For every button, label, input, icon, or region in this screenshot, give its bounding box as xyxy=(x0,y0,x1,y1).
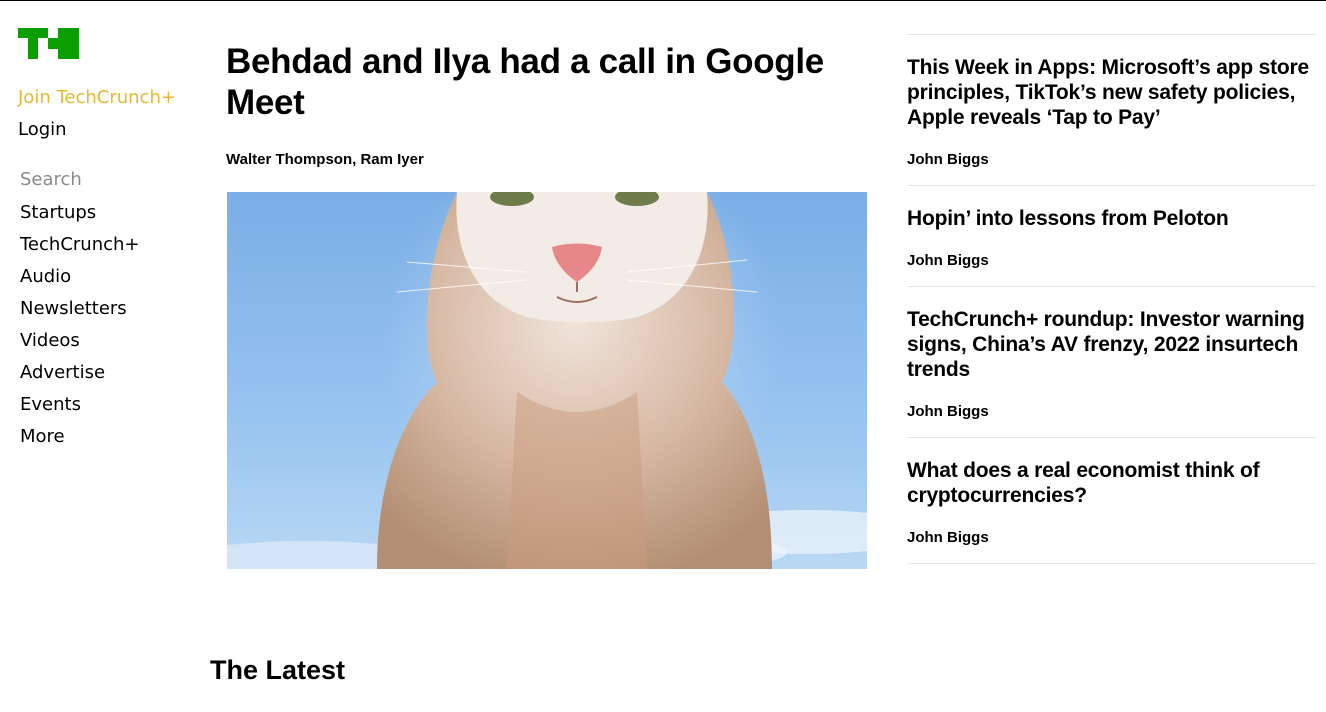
sidebar: Join TechCrunch+ Login Startups TechCrun… xyxy=(0,1,200,712)
featured-article: Behdad and Ilya had a call in Google Mee… xyxy=(226,41,867,569)
article-byline[interactable]: Walter Thompson, Ram Iyer xyxy=(226,151,866,168)
latest-section-heading: The Latest xyxy=(210,655,346,685)
story-item: What does a real economist think of cryp… xyxy=(907,438,1316,564)
story-author[interactable]: John Biggs xyxy=(907,403,1316,421)
nav-item-more[interactable]: More xyxy=(20,425,140,457)
nav-item-techcrunch-plus[interactable]: TechCrunch+ xyxy=(20,233,140,265)
search-input[interactable] xyxy=(20,169,180,190)
story-title[interactable]: TechCrunch+ roundup: Investor warning si… xyxy=(907,307,1316,382)
story-author[interactable]: John Biggs xyxy=(907,529,1316,547)
sidebar-nav: Startups TechCrunch+ Audio Newsletters V… xyxy=(20,201,140,457)
join-techcrunch-plus-link[interactable]: Join TechCrunch+ xyxy=(18,87,176,108)
login-link[interactable]: Login xyxy=(18,119,67,140)
kitten-photo[interactable] xyxy=(227,192,867,569)
nav-item-audio[interactable]: Audio xyxy=(20,265,140,297)
article-headline[interactable]: Behdad and Ilya had a call in Google Mee… xyxy=(226,41,866,123)
nav-item-events[interactable]: Events xyxy=(20,393,140,425)
nav-item-startups[interactable]: Startups xyxy=(20,201,140,233)
story-item: TechCrunch+ roundup: Investor warning si… xyxy=(907,287,1316,438)
story-author[interactable]: John Biggs xyxy=(907,252,1316,270)
nav-item-videos[interactable]: Videos xyxy=(20,329,140,361)
story-item: Hopin’ into lessons from Peloton John Bi… xyxy=(907,186,1316,287)
story-item: This Week in Apps: Microsoft’s app store… xyxy=(907,35,1316,186)
story-author[interactable]: John Biggs xyxy=(907,151,1316,169)
techcrunch-logo-icon[interactable] xyxy=(18,28,79,60)
nav-item-newsletters[interactable]: Newsletters xyxy=(20,297,140,329)
related-stories: This Week in Apps: Microsoft’s app store… xyxy=(907,34,1316,564)
nav-item-advertise[interactable]: Advertise xyxy=(20,361,140,393)
story-title[interactable]: Hopin’ into lessons from Peloton xyxy=(907,206,1316,231)
story-title[interactable]: This Week in Apps: Microsoft’s app store… xyxy=(907,55,1316,130)
story-title[interactable]: What does a real economist think of cryp… xyxy=(907,458,1316,508)
